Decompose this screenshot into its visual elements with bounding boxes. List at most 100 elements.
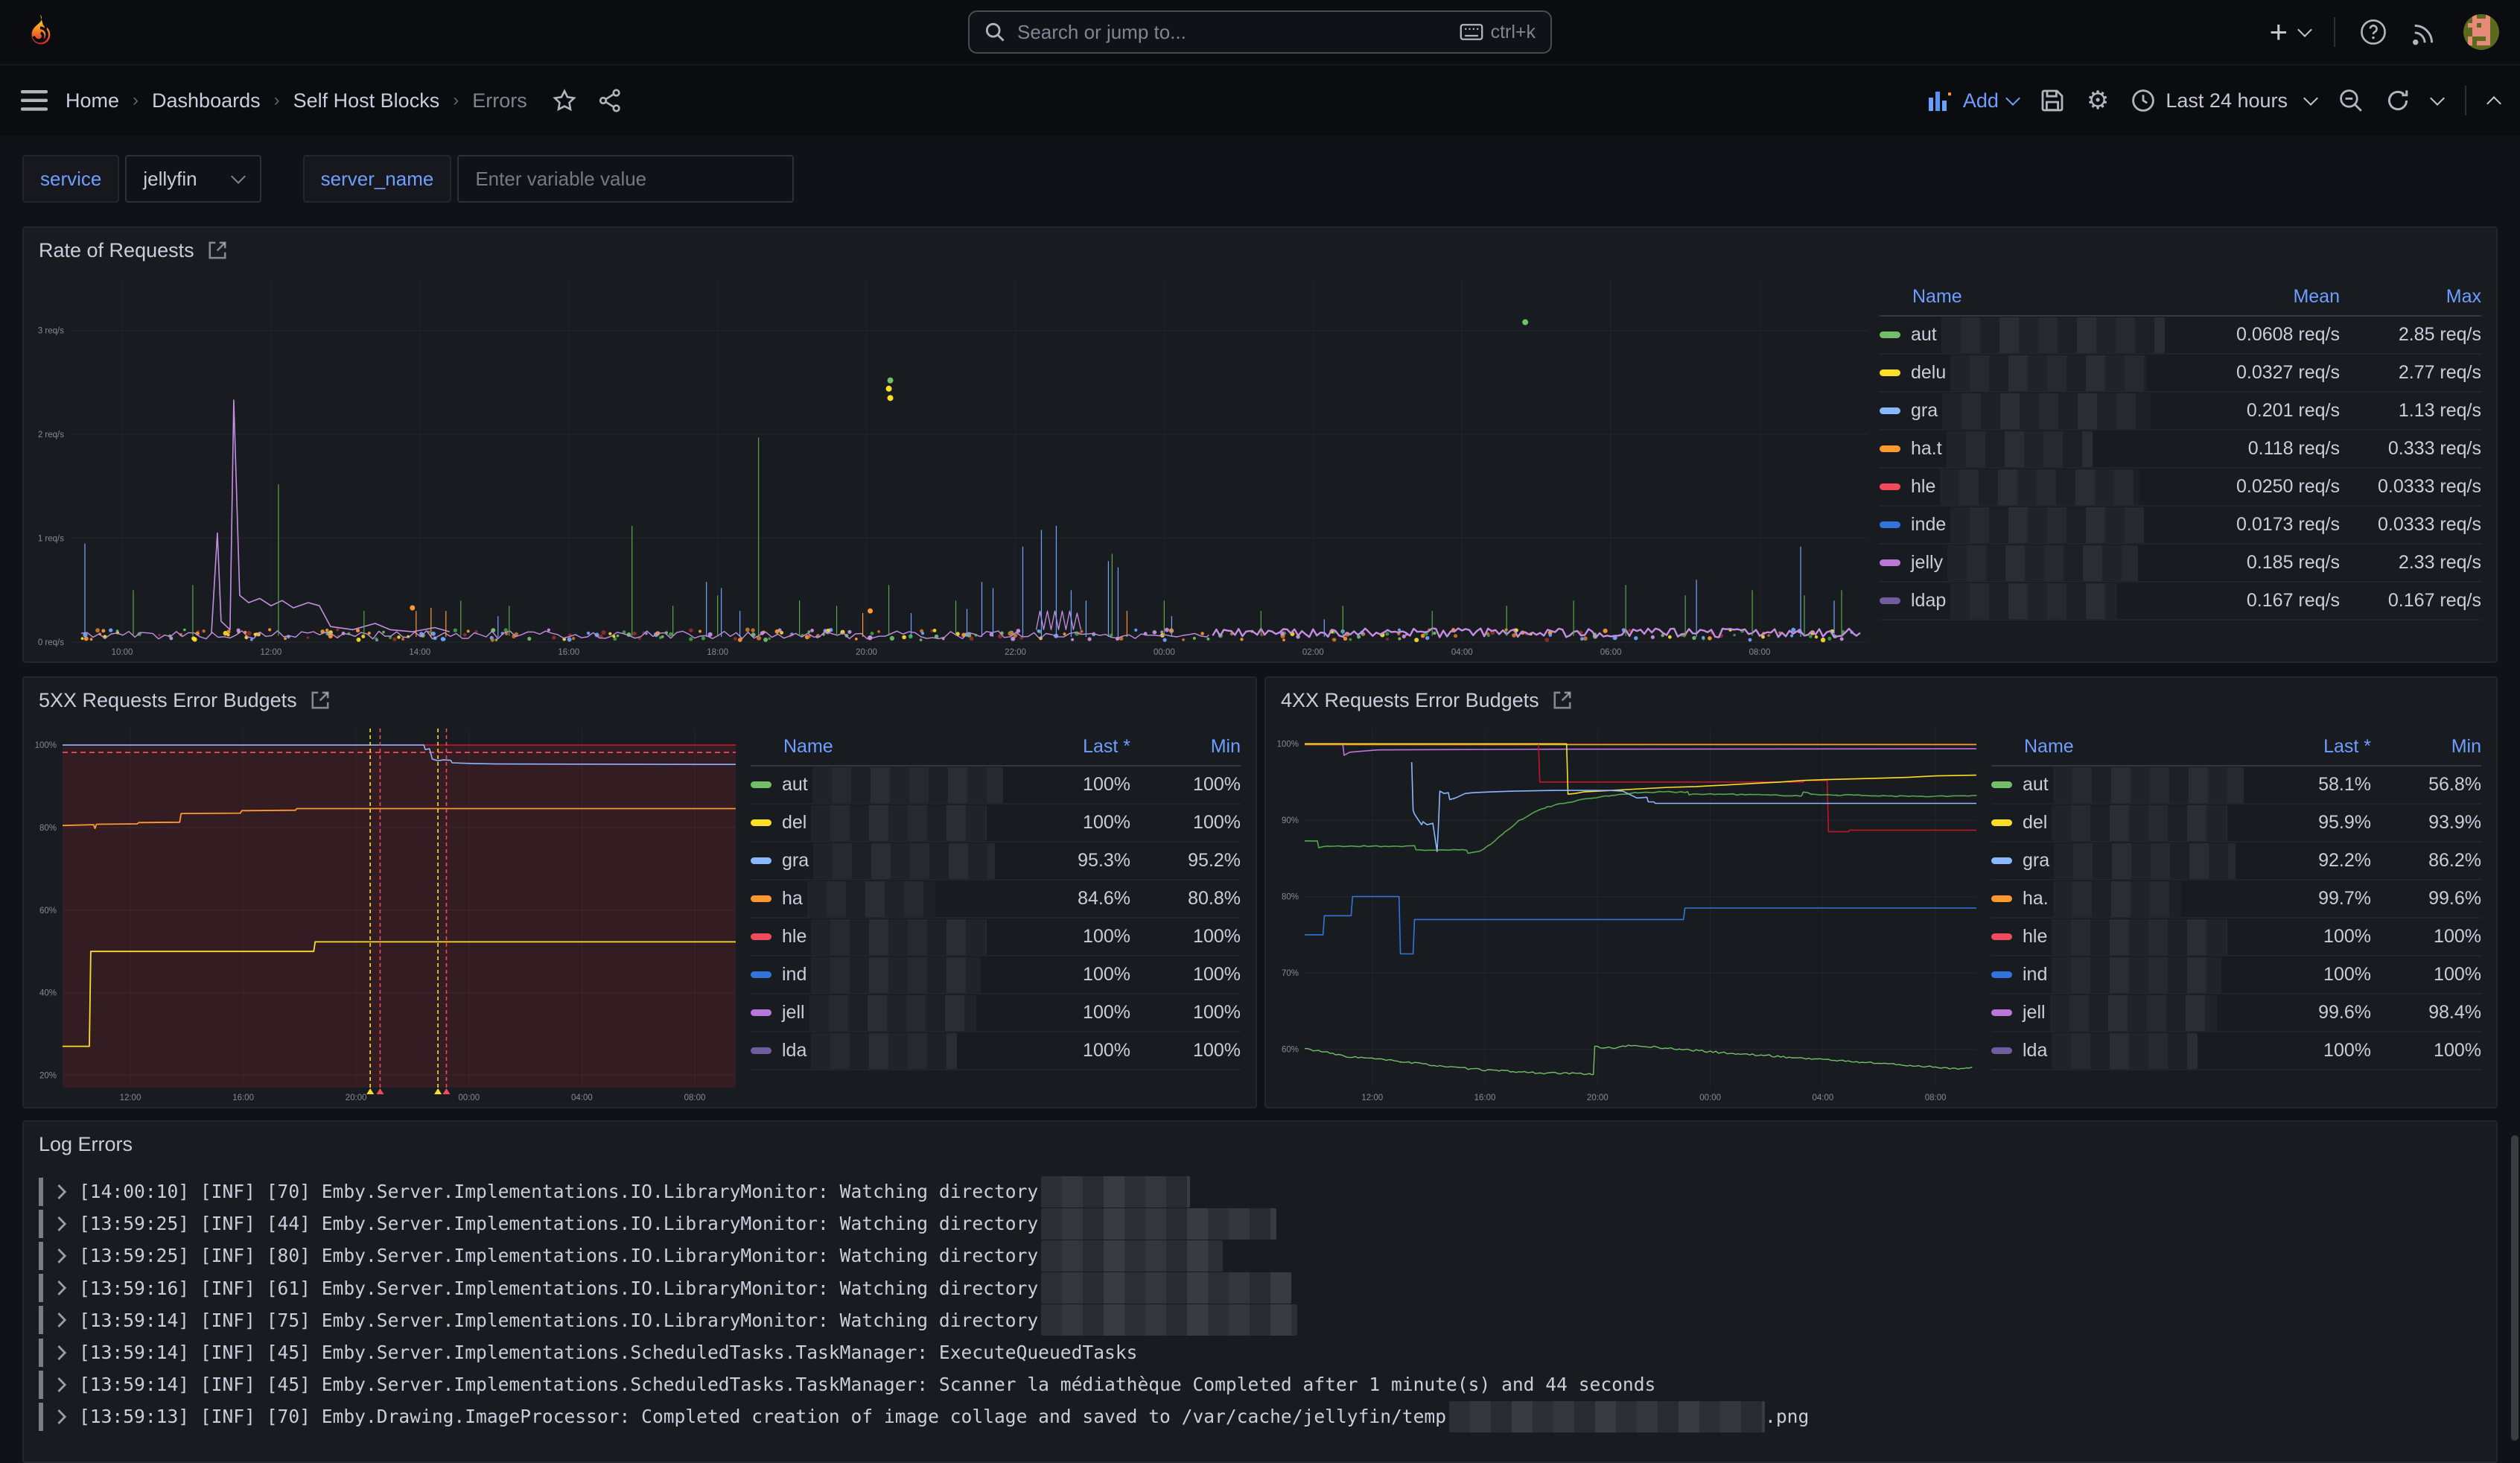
page-scrollbar[interactable] [2511, 1135, 2519, 1441]
legend-row[interactable]: gra92.2%86.2% [1991, 842, 2481, 880]
save-dashboard-icon[interactable] [2040, 89, 2064, 112]
breadcrumb-home[interactable]: Home [66, 89, 119, 112]
external-link-icon[interactable] [208, 241, 227, 260]
server-name-variable-label: server_name [303, 155, 452, 203]
collapse-toolbar-icon[interactable] [2486, 96, 2501, 111]
redacted-name [2053, 881, 2181, 917]
legend-row[interactable]: ldap0.167 req/s0.167 req/s [1880, 583, 2481, 621]
svg-text:04:00: 04:00 [1451, 648, 1473, 657]
legend-row[interactable]: ha84.6%80.8% [751, 880, 1241, 918]
legend-col-last[interactable]: Last * [1008, 736, 1130, 758]
panel-5xx-error-budgets[interactable]: 5XX Requests Error Budgets 20%40%60%80%1… [22, 676, 1257, 1108]
grafana-logo[interactable] [21, 13, 60, 51]
legend-row[interactable]: ha.99.7%99.6% [1991, 880, 2481, 918]
avatar[interactable] [2463, 14, 2499, 50]
legend-col-mean[interactable]: Mean [2176, 286, 2340, 308]
log-row[interactable]: [13:59:25] [INF] [80] Emby.Server.Implem… [39, 1240, 2484, 1272]
redacted-name [812, 767, 1003, 803]
legend-row[interactable]: gra0.201 req/s1.13 req/s [1880, 393, 2481, 431]
rate-legend: NameMeanMaxaut0.0608 req/s2.85 req/sdelu… [1871, 273, 2496, 661]
legend-row[interactable]: jelly0.185 req/s2.33 req/s [1880, 545, 2481, 583]
legend-col-name[interactable]: Name [1991, 736, 2249, 758]
log-row[interactable]: [14:00:10] [INF] [70] Emby.Server.Implem… [39, 1175, 2484, 1207]
add-button[interactable]: Add [1929, 89, 2018, 112]
expand-chevron-icon[interactable] [57, 1312, 67, 1328]
legend-col-min[interactable]: Min [2371, 736, 2481, 758]
legend-header: NameLast *Min [1991, 729, 2481, 767]
panel-title[interactable]: Rate of Requests [39, 239, 194, 262]
log-row[interactable]: [13:59:14] [INF] [45] Emby.Server.Implem… [39, 1336, 2484, 1368]
legend-col-max[interactable]: Max [2340, 286, 2481, 308]
panel-log-errors[interactable]: Log Errors [14:00:10] [INF] [70] Emby.Se… [22, 1120, 2498, 1463]
legend-row[interactable]: jell99.6%98.4% [1991, 994, 2481, 1032]
legend-row[interactable]: lda100%100% [751, 1032, 1241, 1070]
legend-row[interactable]: delu0.0327 req/s2.77 req/s [1880, 355, 2481, 393]
legend-row[interactable]: jell100%100% [751, 994, 1241, 1032]
settings-gear-icon[interactable]: ⚙ [2087, 88, 2109, 113]
series-name-prefix: hle [2023, 926, 2047, 948]
legend-row[interactable]: gra95.3%95.2% [751, 842, 1241, 880]
log-row[interactable]: [13:59:14] [INF] [75] Emby.Server.Implem… [39, 1304, 2484, 1336]
expand-chevron-icon[interactable] [57, 1377, 67, 1393]
legend-row[interactable]: ha.t0.118 req/s0.333 req/s [1880, 431, 2481, 469]
5xx-chart[interactable]: 20%40%60%80%100%12:0016:0020:0000:0004:0… [24, 723, 742, 1107]
legend-col-name[interactable]: Name [1880, 286, 2176, 308]
4xx-chart[interactable]: 60%70%80%90%100%12:0016:0020:0000:0004:0… [1266, 723, 1982, 1107]
legend-row[interactable]: lda100%100% [1991, 1032, 2481, 1070]
time-range-picker[interactable]: Last 24 hours [2131, 89, 2316, 112]
expand-chevron-icon[interactable] [57, 1345, 67, 1361]
series-color-chip [1991, 1009, 2012, 1016]
news-icon[interactable] [2411, 18, 2440, 46]
expand-chevron-icon[interactable] [57, 1409, 67, 1425]
legend-row[interactable]: ind100%100% [751, 956, 1241, 994]
expand-chevron-icon[interactable] [57, 1280, 67, 1296]
service-variable-select[interactable]: jellyfin [125, 155, 261, 203]
legend-row[interactable]: aut0.0608 req/s2.85 req/s [1880, 317, 2481, 355]
legend-row[interactable]: hle0.0250 req/s0.0333 req/s [1880, 469, 2481, 507]
server-name-variable-input[interactable]: Enter variable value [457, 155, 794, 203]
new-button[interactable]: + [2269, 16, 2310, 48]
expand-chevron-icon[interactable] [57, 1216, 67, 1232]
series-name-prefix: delu [1911, 362, 1946, 384]
legend-row[interactable]: del100%100% [751, 805, 1241, 842]
legend-value: 100% [1008, 1002, 1130, 1024]
panel-title[interactable]: Log Errors [39, 1133, 133, 1156]
breadcrumb-dashboards[interactable]: Dashboards [152, 89, 261, 112]
legend-col-min[interactable]: Min [1130, 736, 1241, 758]
legend-row[interactable]: aut58.1%56.8% [1991, 767, 2481, 805]
legend-col-name[interactable]: Name [751, 736, 1008, 758]
expand-chevron-icon[interactable] [57, 1184, 67, 1200]
refresh-interval-caret[interactable] [2430, 91, 2445, 106]
panel-title[interactable]: 4XX Requests Error Budgets [1281, 689, 1539, 712]
expand-chevron-icon[interactable] [57, 1248, 67, 1264]
panel-4xx-error-budgets[interactable]: 4XX Requests Error Budgets 60%70%80%90%1… [1264, 676, 2498, 1108]
legend-row[interactable]: hle100%100% [751, 918, 1241, 956]
external-link-icon[interactable] [1553, 691, 1572, 710]
search-input[interactable]: Search or jump to... ctrl+k [968, 10, 1552, 54]
zoom-out-icon[interactable] [2338, 88, 2364, 113]
breadcrumb-self-host-blocks[interactable]: Self Host Blocks [293, 89, 440, 112]
legend-row[interactable]: ind100%100% [1991, 956, 2481, 994]
svg-text:60%: 60% [1282, 1046, 1299, 1055]
log-row[interactable]: [13:59:25] [INF] [44] Emby.Server.Implem… [39, 1207, 2484, 1240]
menu-toggle[interactable] [21, 90, 48, 111]
log-row[interactable]: [13:59:16] [INF] [61] Emby.Server.Implem… [39, 1272, 2484, 1304]
legend-row[interactable]: hle100%100% [1991, 918, 2481, 956]
legend-col-last[interactable]: Last * [2249, 736, 2371, 758]
help-icon[interactable] [2359, 18, 2387, 46]
log-row[interactable]: [13:59:13] [INF] [70] Emby.Drawing.Image… [39, 1400, 2484, 1432]
share-icon[interactable] [599, 89, 621, 112]
rate-chart[interactable]: 0 req/s1 req/s2 req/s3 req/s10:0012:0014… [24, 273, 1871, 661]
legend-row[interactable]: aut100%100% [751, 767, 1241, 805]
favorite-star-icon[interactable] [553, 89, 576, 112]
external-link-icon[interactable] [311, 691, 330, 710]
log-row[interactable]: [13:59:14] [INF] [45] Emby.Server.Implem… [39, 1368, 2484, 1400]
panel-title[interactable]: 5XX Requests Error Budgets [39, 689, 297, 712]
variables-row: service jellyfin server_name Enter varia… [22, 155, 794, 203]
panel-rate-of-requests[interactable]: Rate of Requests 0 req/s1 req/s2 req/s3 … [22, 226, 2498, 663]
legend-value: 58.1% [2249, 774, 2371, 796]
refresh-icon[interactable] [2386, 89, 2410, 112]
legend-row[interactable]: inde0.0173 req/s0.0333 req/s [1880, 507, 2481, 545]
legend-row[interactable]: del95.9%93.9% [1991, 805, 2481, 842]
legend-value: 0.0173 req/s [2176, 514, 2340, 536]
